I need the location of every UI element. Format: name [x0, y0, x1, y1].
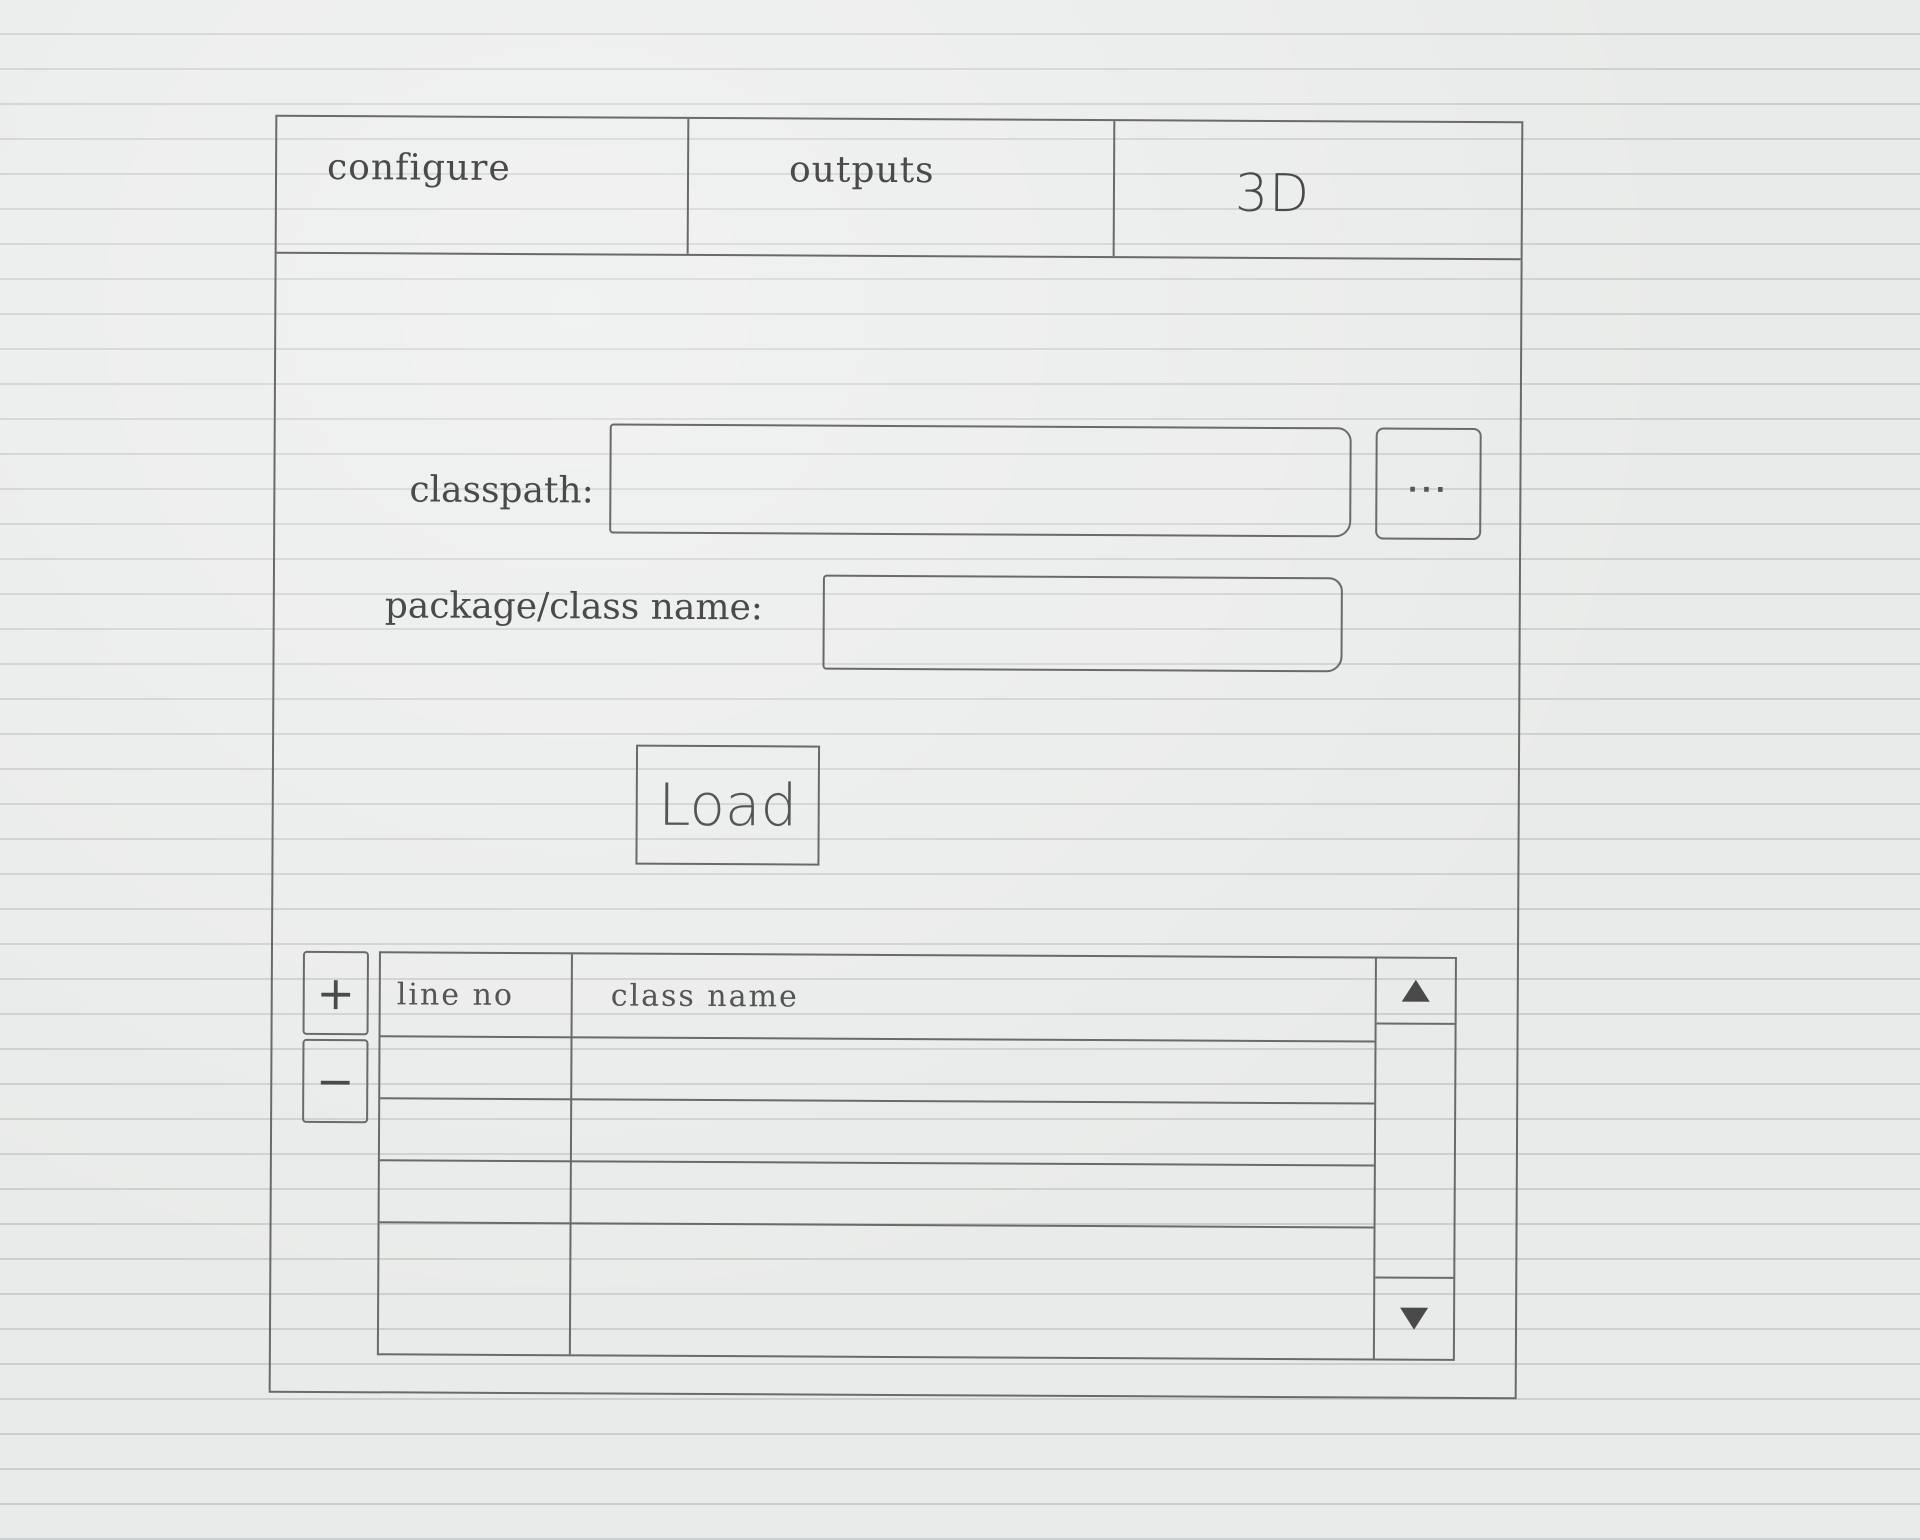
load-button[interactable]: Load	[635, 744, 821, 866]
column-header-class-name[interactable]: class name	[611, 979, 799, 1015]
app-window: configure outputs 3D classpath: ... pack…	[268, 114, 1524, 1400]
tab-label: outputs	[788, 149, 935, 192]
tab-label: 3D	[1234, 163, 1311, 225]
tab-outputs[interactable]: outputs	[688, 118, 1116, 257]
vertical-scrollbar[interactable]	[1372, 958, 1455, 1359]
triangle-up-icon	[1401, 979, 1430, 1002]
column-header-line-no[interactable]: line no	[397, 977, 514, 1013]
class-table: line no class name	[376, 951, 1457, 1361]
tab-configure[interactable]: configure	[276, 116, 690, 254]
scroll-up-button[interactable]	[1376, 958, 1455, 1025]
triangle-down-icon	[1400, 1307, 1429, 1330]
classpath-input[interactable]	[609, 423, 1352, 538]
table-row[interactable]	[379, 1161, 1374, 1229]
tab-label: configure	[326, 147, 511, 189]
remove-row-button[interactable]: −	[302, 1038, 369, 1124]
class-name-input[interactable]	[822, 574, 1343, 673]
table-row[interactable]	[379, 1099, 1375, 1167]
classpath-label: classpath:	[409, 469, 594, 512]
table-row[interactable]	[380, 1037, 1375, 1105]
table-header: line no class name	[380, 953, 1375, 1043]
scroll-down-button[interactable]	[1374, 1276, 1454, 1359]
browse-button[interactable]: ...	[1375, 427, 1482, 541]
tab-3d[interactable]: 3D	[1115, 121, 1522, 258]
row-button-group: + −	[302, 950, 371, 1127]
class-name-label: package/class name:	[384, 585, 764, 629]
tab-bar: configure outputs 3D	[276, 116, 1522, 261]
add-row-button[interactable]: +	[302, 950, 369, 1036]
scroll-track[interactable]	[1375, 1025, 1454, 1277]
